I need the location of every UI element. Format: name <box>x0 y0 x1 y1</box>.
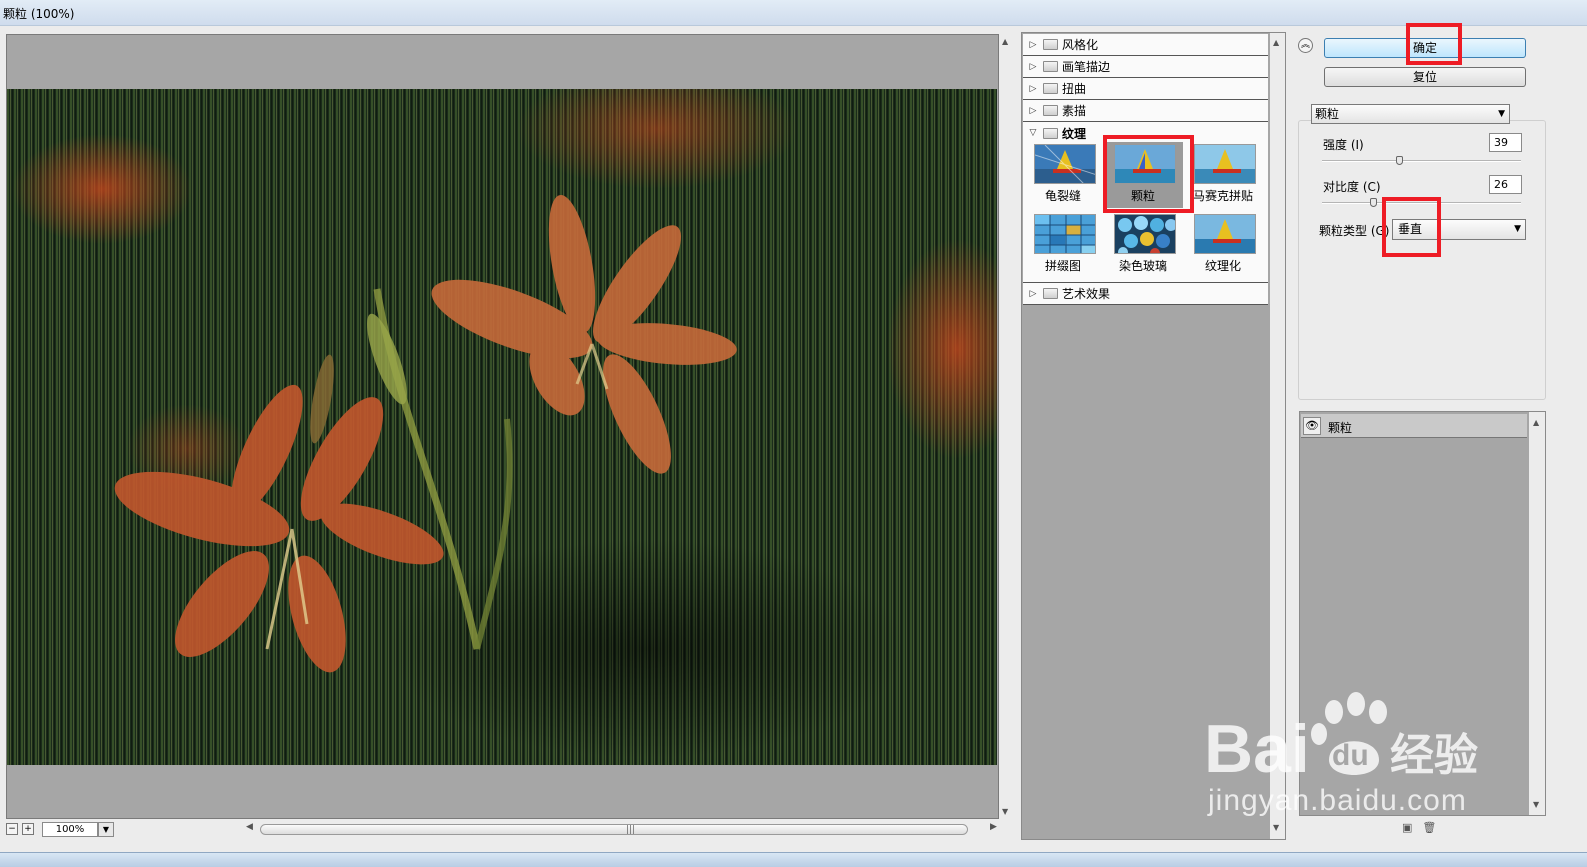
highlight-box-ok <box>1406 23 1462 65</box>
zoom-out-button[interactable]: − <box>6 823 18 835</box>
category-label: 扭曲 <box>1062 82 1087 96</box>
scroll-right-icon[interactable]: ▶ <box>990 822 997 832</box>
scroll-grip-icon: ||| <box>626 825 636 835</box>
category-brush-strokes[interactable]: ▷ 画笔描边 <box>1023 56 1268 78</box>
thumb-stained-glass[interactable]: 染色玻璃 <box>1103 212 1183 278</box>
thumb-mosaic-tiles[interactable]: 马赛克拼贴 <box>1183 142 1263 208</box>
scroll-down-icon[interactable]: ▼ <box>1273 823 1279 832</box>
preview-area[interactable] <box>6 34 999 819</box>
collapse-gallery-icon[interactable]: ︽ <box>1298 38 1313 53</box>
thumb-craquelure[interactable]: 龟裂缝 <box>1023 142 1103 208</box>
expand-triangle-icon[interactable]: ▷ <box>1026 106 1040 116</box>
thumbnail-image <box>1114 214 1176 254</box>
chevron-down-icon: ▼ <box>1498 109 1505 119</box>
category-distort[interactable]: ▷ 扭曲 <box>1023 78 1268 100</box>
new-layer-icon[interactable]: ▣ <box>1402 821 1412 834</box>
preview-vertical-scrollbar[interactable]: ▲ ▼ <box>999 34 1015 819</box>
scroll-track[interactable]: ||| <box>260 824 968 835</box>
scroll-left-icon[interactable]: ◀ <box>246 822 253 832</box>
window-title: 颗粒 (100%) <box>3 7 75 21</box>
svg-text:du: du <box>1332 739 1369 772</box>
trash-icon[interactable]: 🗑 <box>1422 821 1436 834</box>
filter-parameters-panel <box>1298 120 1546 400</box>
folder-icon <box>1043 61 1058 72</box>
brand-text: Bai <box>1204 711 1310 785</box>
svg-text:经验: 经验 <box>1390 730 1478 781</box>
layer-actions: ▣ 🗑 <box>1402 821 1436 834</box>
thumb-label: 染色玻璃 <box>1118 259 1167 273</box>
expand-triangle-icon[interactable]: ▷ <box>1026 62 1040 72</box>
highlight-box-grain-type <box>1382 197 1441 257</box>
scroll-up-icon[interactable]: ▲ <box>1273 38 1279 47</box>
thumb-label: 马赛克拼贴 <box>1192 189 1253 203</box>
thumbnail-image <box>1194 214 1256 254</box>
zoom-in-button[interactable]: + <box>22 823 34 835</box>
watermark-logo: Bai du 经验 <box>1204 690 1494 788</box>
category-label: 风格化 <box>1062 38 1099 52</box>
watermark-domain: jingyan.baidu.com <box>1208 784 1467 817</box>
taskbar <box>0 852 1587 867</box>
thumb-patchwork[interactable]: 拼缀图 <box>1023 212 1103 278</box>
layers-scrollbar[interactable]: ▲ ▼ <box>1529 412 1545 815</box>
folder-open-icon <box>1043 127 1058 139</box>
collapse-triangle-icon[interactable]: ▽ <box>1026 128 1040 138</box>
title-bar: 颗粒 (100%) <box>0 0 1587 26</box>
grain-type-label: 颗粒类型 (G) <box>1319 224 1390 238</box>
category-stylize[interactable]: ▷ 风格化 <box>1023 34 1268 56</box>
preview-horizontal-scrollbar[interactable]: ◀ ||| ▶ <box>244 822 1000 836</box>
category-label: 纹理 <box>1062 126 1087 141</box>
folder-icon <box>1043 39 1058 50</box>
scroll-up-icon[interactable]: ▲ <box>1002 37 1008 46</box>
thumb-label: 龟裂缝 <box>1044 189 1081 203</box>
layer-row[interactable]: 👁 颗粒 <box>1301 414 1527 438</box>
filter-select-value: 颗粒 <box>1315 107 1340 121</box>
category-label: 画笔描边 <box>1062 60 1111 74</box>
folder-icon <box>1043 105 1058 116</box>
layer-label: 颗粒 <box>1328 421 1353 435</box>
category-sketch[interactable]: ▷ 素描 <box>1023 100 1268 122</box>
filter-select[interactable]: 颗粒 ▼ <box>1311 104 1510 124</box>
expand-triangle-icon[interactable]: ▷ <box>1026 289 1040 299</box>
thumb-texturizer[interactable]: 纹理化 <box>1183 212 1263 278</box>
scroll-down-icon[interactable]: ▼ <box>1002 807 1008 816</box>
scroll-down-icon[interactable]: ▼ <box>1533 800 1539 809</box>
contrast-input[interactable]: 26 <box>1489 175 1522 194</box>
intensity-slider-thumb[interactable] <box>1395 156 1403 165</box>
thumb-label: 纹理化 <box>1204 259 1241 273</box>
thumbnail-image <box>1034 214 1096 254</box>
eye-icon[interactable]: 👁 <box>1303 417 1321 435</box>
highlight-box-thumb <box>1103 135 1194 213</box>
thumbnail-image <box>1194 144 1256 184</box>
chevron-down-icon: ▼ <box>1514 224 1521 234</box>
folder-icon <box>1043 288 1058 299</box>
zoom-dropdown-icon[interactable]: ▼ <box>98 821 114 837</box>
folder-icon <box>1043 83 1058 94</box>
category-artistic[interactable]: ▷ 艺术效果 <box>1023 283 1268 305</box>
intensity-input[interactable]: 39 <box>1489 133 1522 152</box>
zoom-level-field[interactable]: 100% <box>42 821 98 837</box>
preview-image <box>7 89 997 765</box>
intensity-label: 强度 (I) <box>1323 138 1364 152</box>
thumbnail-image <box>1034 144 1096 184</box>
thumb-label: 拼缀图 <box>1044 259 1081 273</box>
preview-footer: − + 100% ▼ ◀ ||| ▶ <box>6 820 1016 838</box>
category-label: 素描 <box>1062 104 1087 118</box>
contrast-label: 对比度 (C) <box>1323 180 1381 194</box>
reset-button[interactable]: 复位 <box>1324 67 1526 87</box>
category-label: 艺术效果 <box>1062 287 1111 301</box>
contrast-slider-thumb[interactable] <box>1369 198 1377 207</box>
expand-triangle-icon[interactable]: ▷ <box>1026 84 1040 94</box>
scroll-up-icon[interactable]: ▲ <box>1533 418 1539 427</box>
intensity-slider[interactable] <box>1322 160 1521 162</box>
expand-triangle-icon[interactable]: ▷ <box>1026 40 1040 50</box>
